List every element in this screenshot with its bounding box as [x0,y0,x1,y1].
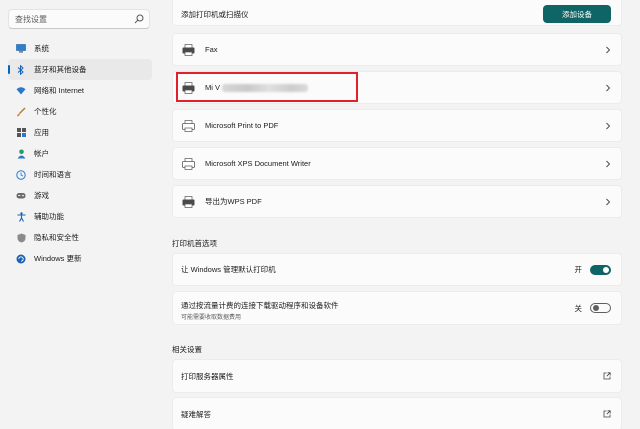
sidebar-item-label: 游戏 [34,191,49,200]
printer-icon [182,44,195,56]
sidebar-item-label: 网络和 Internet [34,86,85,95]
sidebar-item-personalization[interactable]: 个性化 [8,101,152,122]
related-label: 疑难解答 [181,409,211,419]
person-icon [16,149,26,159]
sidebar-item-label: 个性化 [34,107,57,116]
pref-default-toggle-wrap: 开 [574,264,611,275]
printer-preferences-heading: 打印机首选项 [172,239,217,248]
related-label: 打印服务器属性 [181,371,234,381]
brush-icon [16,107,26,117]
sidebar-item-accessibility[interactable]: 辅助功能 [8,206,152,227]
pref-metered-sublabel: 可能需要收取数据费用 [181,315,242,321]
sidebar-item-label: 辅助功能 [34,212,64,221]
gamepad-icon [16,191,26,201]
sidebar-item-privacy[interactable]: 隐私和安全性 [8,227,152,248]
pref-metered-row: 通过按流量计费的连接下载驱动程序和设备软件 可能需要收取数据费用 关 [172,291,622,325]
sidebar-item-gaming[interactable]: 游戏 [8,185,152,206]
printer-row-fax[interactable]: Fax [172,33,622,66]
sidebar-item-label: 应用 [34,128,49,137]
sidebar-item-label: 帐户 [34,149,49,158]
search-icon[interactable] [134,14,144,24]
pref-default-label: 让 Windows 管理默认打印机 [181,265,276,274]
printer-name: 导出为WPS PDF [205,197,262,206]
search-box[interactable] [8,9,150,29]
chevron-right-icon [606,84,611,91]
printer-row-ms-xps[interactable]: Microsoft XPS Document Writer [172,147,622,180]
printer-pdf-icon [182,120,195,132]
sidebar: 系统 蓝牙和其他设备 网络和 Internet 个性化 应用 [0,0,160,429]
sidebar-item-bluetooth[interactable]: 蓝牙和其他设备 [8,59,152,80]
default-printer-toggle[interactable] [590,264,611,275]
bluetooth-icon [16,64,26,75]
sidebar-item-windows-update[interactable]: Windows 更新 [8,248,152,269]
update-icon [16,254,26,264]
sidebar-item-apps[interactable]: 应用 [8,122,152,143]
sidebar-item-label: 时间和语言 [34,170,72,179]
add-device-button[interactable]: 添加设备 [543,5,611,23]
printer-name: Fax [205,45,218,54]
external-link-icon [603,372,611,380]
metered-download-toggle[interactable] [590,303,611,313]
nav-list: 系统 蓝牙和其他设备 网络和 Internet 个性化 应用 帐户 时间和语言 … [8,38,152,269]
search-input[interactable] [15,13,130,26]
external-link-icon [603,410,611,418]
printer-name: Microsoft XPS Document Writer [205,159,311,168]
toggle-state-text: 关 [574,303,583,313]
related-print-server-row[interactable]: 打印服务器属性 [172,359,622,393]
wifi-icon [16,86,26,96]
apps-icon [16,128,26,138]
printer-name: Microsoft Print to PDF [205,121,279,130]
add-printer-card: 添加打印机或扫描仪 添加设备 [172,0,622,26]
highlight-annotation-box [176,72,358,102]
pref-default-printer-row: 让 Windows 管理默认打印机 开 [172,253,622,286]
globe-clock-icon [16,169,26,180]
main-content: 添加打印机或扫描仪 添加设备 Fax Mi V Microsoft Print … [172,0,622,429]
pref-metered-toggle-wrap: 关 [574,303,611,314]
sidebar-item-label: 蓝牙和其他设备 [34,65,87,74]
sidebar-item-time-language[interactable]: 时间和语言 [8,164,152,185]
chevron-right-icon [606,46,611,53]
sidebar-item-accounts[interactable]: 帐户 [8,143,152,164]
chevron-right-icon [606,122,611,129]
add-printer-label: 添加打印机或扫描仪 [181,10,249,19]
sidebar-item-system[interactable]: 系统 [8,38,152,59]
printer-row-wps-pdf[interactable]: 导出为WPS PDF [172,185,622,218]
printer-row-ms-print-to-pdf[interactable]: Microsoft Print to PDF [172,109,622,142]
pref-metered-label: 通过按流量计费的连接下载驱动程序和设备软件 [181,301,339,310]
related-settings-heading: 相关设置 [172,345,202,354]
shield-icon [16,233,26,243]
printer-pdf-icon [182,158,195,170]
accessibility-icon [16,211,26,222]
sidebar-item-network[interactable]: 网络和 Internet [8,80,152,101]
related-troubleshoot-row[interactable]: 疑难解答 [172,397,622,429]
printer-icon [182,196,195,208]
monitor-icon [16,44,26,54]
chevron-right-icon [606,198,611,205]
toggle-state-text: 开 [574,265,583,274]
chevron-right-icon [606,160,611,167]
sidebar-item-label: 系统 [34,44,49,53]
sidebar-item-label: 隐私和安全性 [34,233,79,242]
sidebar-item-label: Windows 更新 [34,254,82,263]
